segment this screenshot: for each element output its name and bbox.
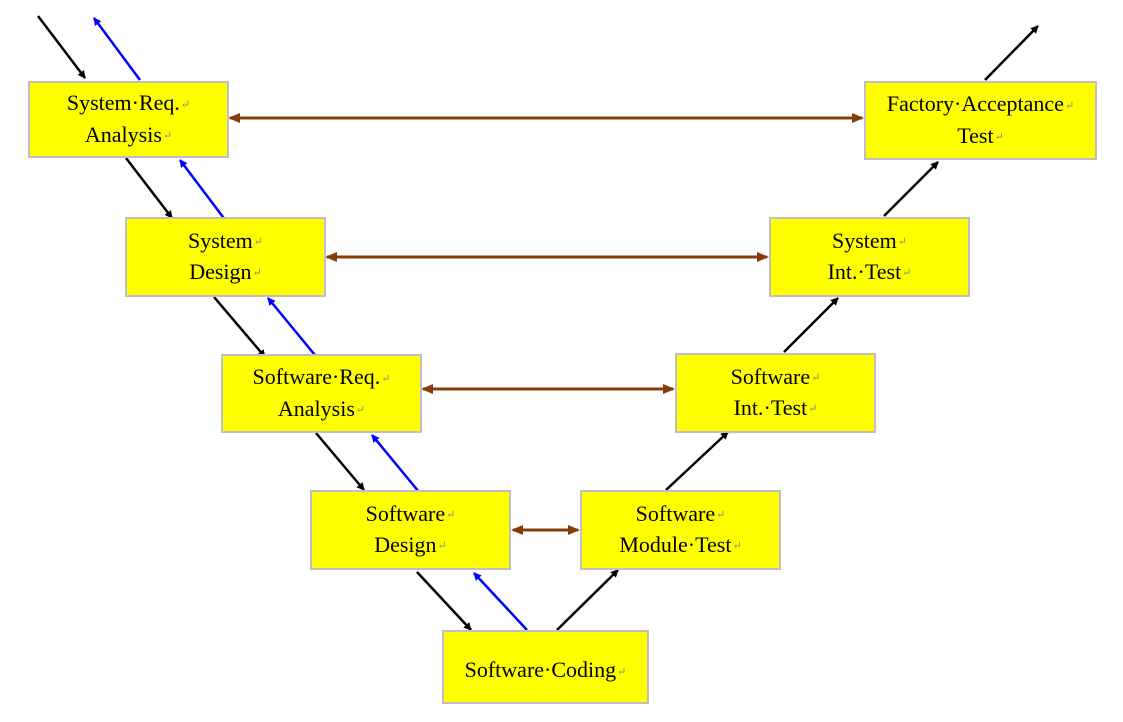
- feedback-arrow: [179, 159, 227, 222]
- box-software-module-test: Software Module·Test: [580, 490, 781, 570]
- box-software-design: Software Design: [310, 490, 511, 570]
- box-label: Module·Test: [619, 530, 741, 561]
- forward-arrow: [883, 161, 939, 217]
- box-label: Design: [374, 530, 447, 561]
- box-label: System: [832, 226, 907, 257]
- box-label: Test: [957, 121, 1004, 152]
- forward-arrow: [416, 571, 472, 631]
- box-label: Analysis: [278, 394, 365, 425]
- box-system-req-analysis: System·Req. Analysis: [28, 81, 229, 158]
- box-label: Design: [189, 257, 262, 288]
- feedback-arrow: [371, 434, 420, 493]
- box-label: System: [188, 226, 263, 257]
- forward-arrow: [125, 157, 173, 219]
- box-software-coding: Software·Coding: [442, 630, 649, 704]
- forward-arrow: [556, 569, 619, 631]
- box-label: Software: [366, 499, 456, 530]
- box-software-req-analysis: Software·Req. Analysis: [221, 354, 422, 433]
- box-label: Factory·Acceptance: [887, 89, 1074, 120]
- feedback-arrow: [473, 572, 528, 631]
- feedback-arrow: [92, 17, 142, 81]
- box-label: Software: [731, 362, 821, 393]
- box-label: Software·Coding: [465, 655, 627, 686]
- forward-arrow: [213, 296, 266, 358]
- box-label: Software·Req.: [253, 362, 391, 393]
- box-label: Int.·Test: [734, 393, 818, 424]
- box-software-int-test: Software Int.·Test: [675, 353, 876, 433]
- feedback-arrow: [267, 297, 320, 361]
- box-label: Analysis: [85, 120, 172, 151]
- forward-arrow: [315, 432, 365, 491]
- box-label: System·Req.: [67, 88, 190, 119]
- forward-arrow: [665, 431, 729, 491]
- box-system-design: System Design: [125, 217, 326, 297]
- box-factory-acceptance-test: Factory·Acceptance Test: [864, 81, 1097, 160]
- forward-arrow: [783, 297, 839, 353]
- box-label: Int.·Test: [828, 257, 912, 288]
- forward-arrow: [37, 15, 86, 79]
- box-system-int-test: System Int.·Test: [769, 217, 970, 297]
- forward-arrow: [984, 25, 1039, 81]
- box-label: Software: [636, 499, 726, 530]
